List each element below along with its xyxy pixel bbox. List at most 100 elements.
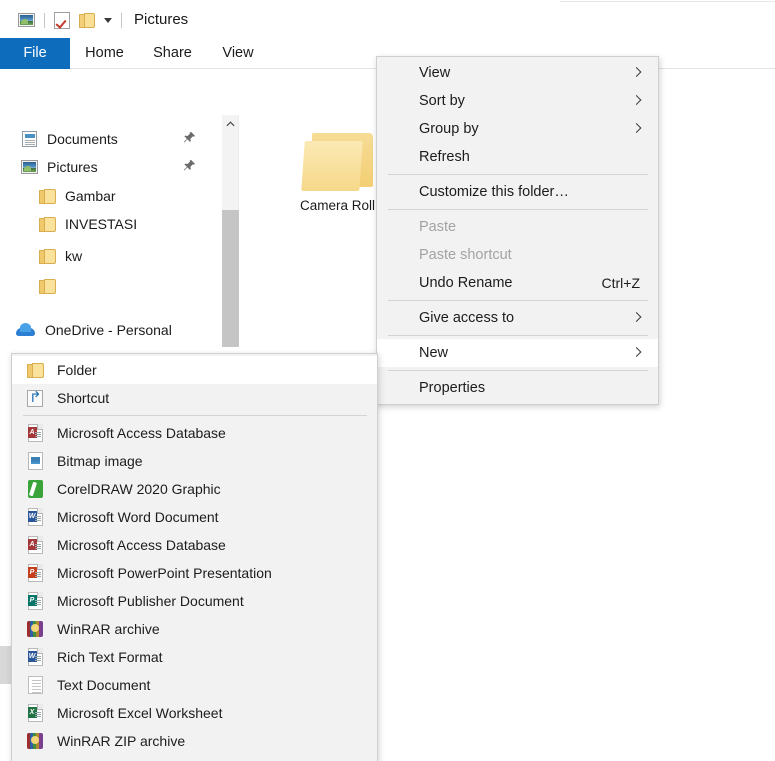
sidebar-item-investasi[interactable]: INVESTASI xyxy=(0,210,210,237)
context-menu-label: New xyxy=(419,345,449,361)
context-menu-item-customize-this-folder[interactable]: Customize this folder… xyxy=(377,178,658,206)
qat-separator-1 xyxy=(44,12,45,28)
bitmap-file-icon xyxy=(27,452,43,470)
new-submenu[interactable]: Folder Shortcut A Microsoft Access Datab… xyxy=(11,353,378,761)
submenu-item-microsoft-publisher-document[interactable]: P Microsoft Publisher Document xyxy=(12,587,377,615)
winrar-file-icon xyxy=(27,621,43,637)
word-file-icon: W xyxy=(27,508,43,526)
folder-icon xyxy=(27,363,44,378)
sidebar-item-label: Gambar xyxy=(65,187,116,204)
context-menu-label: View xyxy=(419,65,451,81)
submenu-item-text-document[interactable]: Text Document xyxy=(12,671,377,699)
context-menu-label: Sort by xyxy=(419,93,465,109)
submenu-item-winrar-archive[interactable]: WinRAR archive xyxy=(12,615,377,643)
context-menu-label: Group by xyxy=(419,121,479,137)
context-menu-item-sort-by[interactable]: Sort by xyxy=(377,87,658,115)
sidebar-item-label: Pictures xyxy=(47,158,98,175)
context-menu-item-view[interactable]: View xyxy=(377,59,658,87)
picture-icon xyxy=(18,13,35,27)
sidebar-item-pictures[interactable]: Pictures xyxy=(0,153,210,180)
new-folder-icon[interactable] xyxy=(79,13,95,28)
tab-share[interactable]: Share xyxy=(145,38,200,69)
context-menu-item-paste: Paste xyxy=(377,213,658,241)
title-bar-divider xyxy=(560,1,775,2)
chevron-right-icon xyxy=(631,312,642,322)
access-file-icon: A xyxy=(27,536,43,554)
excel-file-icon: X xyxy=(27,704,43,722)
title-bar: Pictures xyxy=(0,0,775,38)
chevron-right-icon xyxy=(631,95,642,105)
submenu-item-microsoft-access-database-2[interactable]: A Microsoft Access Database xyxy=(12,531,377,559)
submenu-item-bitmap-image[interactable]: Bitmap image xyxy=(12,447,377,475)
sidebar-item-gambar[interactable]: Gambar xyxy=(0,182,210,209)
scrollbar-thumb[interactable] xyxy=(222,210,239,347)
access-file-icon: A xyxy=(27,424,43,442)
submenu-separator xyxy=(23,415,367,416)
onedrive-icon xyxy=(15,323,35,336)
submenu-item-folder[interactable]: Folder xyxy=(12,356,377,384)
submenu-item-microsoft-excel-worksheet[interactable]: X Microsoft Excel Worksheet xyxy=(12,699,377,727)
context-menu-label: Undo Rename xyxy=(419,275,513,291)
context-menu-shortcut: Ctrl+Z xyxy=(601,275,641,291)
submenu-item-label: Microsoft Excel Worksheet xyxy=(57,705,223,721)
coreldraw-file-icon xyxy=(27,480,43,498)
context-menu-separator xyxy=(388,300,648,301)
context-menu-separator xyxy=(388,370,648,371)
qat-separator-2 xyxy=(121,12,122,28)
folder-icon xyxy=(39,278,56,294)
checkmark-properties-icon[interactable] xyxy=(54,11,70,29)
context-menu-item-give-access-to[interactable]: Give access to xyxy=(377,304,658,332)
context-menu[interactable]: View Sort by Group by Refresh Customize … xyxy=(376,56,659,405)
submenu-item-coreldraw-2020-graphic[interactable]: CorelDRAW 2020 Graphic xyxy=(12,475,377,503)
scroll-up-icon[interactable] xyxy=(222,115,239,132)
pin-icon[interactable] xyxy=(182,159,196,173)
pin-icon[interactable] xyxy=(182,131,196,145)
folder-icon xyxy=(39,188,56,204)
folder-icon xyxy=(300,133,373,191)
submenu-item-label: Folder xyxy=(57,362,97,378)
context-menu-label: Give access to xyxy=(419,310,515,326)
quick-access-toolbar xyxy=(18,9,131,31)
context-menu-separator xyxy=(388,209,648,210)
submenu-item-label: Microsoft Publisher Document xyxy=(57,593,244,609)
context-menu-label: Customize this folder… xyxy=(419,184,569,200)
file-explorer-window: Pictures File Home Share View ← → ⌄ ↑ › … xyxy=(0,0,775,761)
pin-glyph xyxy=(183,160,195,171)
submenu-item-label: Shortcut xyxy=(57,390,110,406)
navpane-scrollbar[interactable] xyxy=(222,115,239,347)
shortcut-icon xyxy=(27,389,43,407)
context-menu-item-group-by[interactable]: Group by xyxy=(377,115,658,143)
sidebar-item-redacted[interactable] xyxy=(0,272,210,299)
context-menu-label: Properties xyxy=(419,380,486,396)
tab-file[interactable]: File xyxy=(0,38,70,69)
context-menu-item-undo-rename[interactable]: Undo Rename Ctrl+Z xyxy=(377,269,658,297)
submenu-item-microsoft-access-database[interactable]: A Microsoft Access Database xyxy=(12,419,377,447)
context-menu-separator xyxy=(388,174,648,175)
submenu-item-label: Microsoft Access Database xyxy=(57,425,226,441)
submenu-item-label: Microsoft Access Database xyxy=(57,537,226,553)
context-menu-label: Paste shortcut xyxy=(419,247,512,263)
window-title: Pictures xyxy=(134,11,189,28)
context-menu-item-new[interactable]: New xyxy=(377,339,658,367)
chevron-right-icon xyxy=(631,347,642,357)
sidebar-item-kw[interactable]: kw xyxy=(0,242,210,269)
sidebar-item-documents[interactable]: Documents xyxy=(0,125,210,152)
sidebar-item-onedrive[interactable]: OneDrive - Personal xyxy=(0,316,210,343)
submenu-item-label: Rich Text Format xyxy=(57,649,163,665)
picture-icon xyxy=(20,159,38,174)
chevron-right-icon xyxy=(631,67,642,77)
submenu-item-microsoft-word-document[interactable]: W Microsoft Word Document xyxy=(12,503,377,531)
context-menu-item-refresh[interactable]: Refresh xyxy=(377,143,658,171)
submenu-item-label: Text Document xyxy=(57,677,151,693)
submenu-item-label: WinRAR ZIP archive xyxy=(57,733,186,749)
tab-view[interactable]: View xyxy=(212,38,264,69)
submenu-item-winrar-zip-archive[interactable]: WinRAR ZIP archive xyxy=(12,727,377,755)
submenu-item-rich-text-format[interactable]: W Rich Text Format xyxy=(12,643,377,671)
documents-icon xyxy=(21,130,37,147)
submenu-item-microsoft-powerpoint-presentation[interactable]: P Microsoft PowerPoint Presentation xyxy=(12,559,377,587)
context-menu-item-properties[interactable]: Properties xyxy=(377,374,658,402)
powerpoint-file-icon: P xyxy=(27,564,43,582)
submenu-item-shortcut[interactable]: Shortcut xyxy=(12,384,377,412)
tab-home[interactable]: Home xyxy=(78,38,131,69)
chevron-down-icon[interactable] xyxy=(104,17,112,23)
